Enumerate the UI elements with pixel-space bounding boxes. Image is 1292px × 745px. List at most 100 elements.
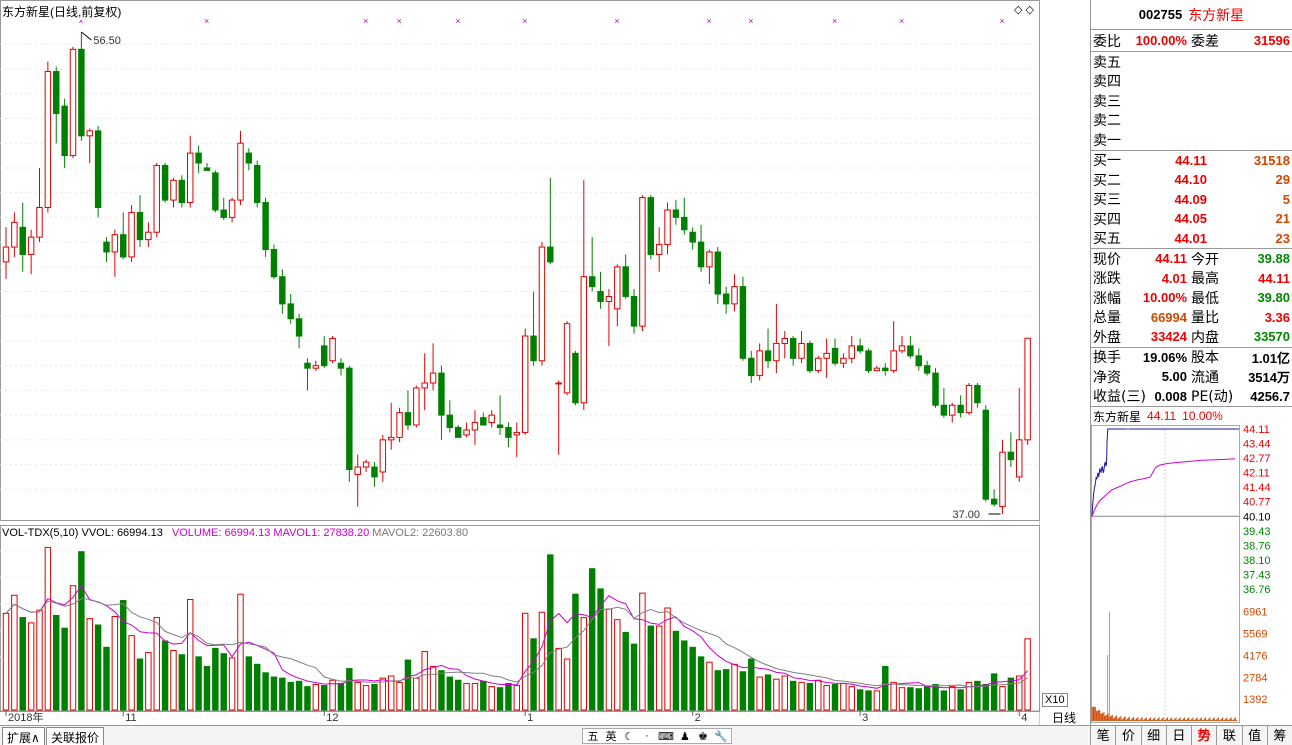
volume-bar [404,659,412,711]
candle-body [647,197,655,255]
mini-volume-tick: 6961 [1243,607,1267,619]
sell-level-2-label: 卖二 [1093,113,1121,130]
volume-bar [287,681,294,711]
panel-tab[interactable]: 值 [1241,726,1267,745]
candle-body [463,429,470,436]
volume-bar [982,684,989,711]
diamond-icon[interactable]: ◇ ◇ [1014,3,1034,16]
candle-body [270,249,278,278]
volume-bar [170,650,177,711]
volume-bar [86,618,93,711]
candle-body [245,152,253,164]
panel-tab[interactable]: 笔 [1090,726,1115,745]
event-marker: × [706,16,711,26]
ime-button-7[interactable]: 🔧 [714,730,728,743]
ime-button-4[interactable]: ⌨ [658,730,674,743]
volume-bar [379,677,387,711]
ime-button-5[interactable]: ♟ [678,730,692,743]
candle-body [1016,439,1023,478]
buy-level-label: 买四 [1093,211,1121,228]
volume-bar [304,686,311,711]
volume-bar [882,665,889,711]
buy-level-price: 44.11 [1175,152,1207,168]
buy-level-5: 买五 44.01 23 [1091,229,1292,249]
candle-body [831,347,839,364]
mini-price-tick: 44.11 [1243,425,1270,436]
volume-bar [681,640,688,711]
volume-bar [722,669,730,711]
mini-price-tick: 42.77 [1243,453,1271,465]
volume-bar [429,665,437,711]
expand-button[interactable]: 扩展∧ [2,727,45,745]
volume-bar [44,546,52,711]
candle-body [521,335,529,433]
stat-row-2-label2: 最高 [1191,271,1219,288]
panel-tab[interactable]: 日 [1165,726,1191,745]
price-panel-frame [0,0,1040,521]
panel-tab[interactable]: 筹 [1266,726,1292,745]
period-button[interactable]: 日线 [1052,709,1076,726]
panel-tab[interactable]: 细 [1140,726,1166,745]
mini-price-tick: 42.11 [1243,468,1270,480]
panel-tab[interactable]: 势 [1191,726,1216,745]
sell-level-5-label: 卖五 [1093,54,1121,71]
volume-bar [279,677,286,711]
stat-row-4: 总量 66994 量比 3.36 [1091,308,1292,328]
mini-price-tick: 40.77 [1243,497,1271,509]
ime-button-2[interactable]: ☾ [622,730,636,743]
mini-chart-header: 东方新星 44.11 10.00% [1091,407,1292,425]
fund-row-2-label: 净资 [1093,369,1121,386]
volume-bar [915,688,922,711]
buy-level-price: 44.10 [1174,172,1207,188]
candle-body [789,338,797,359]
fund-row-1-label: 换手 [1093,350,1121,367]
panel-tab[interactable]: 联 [1216,726,1241,745]
candle-body [488,414,495,424]
volume-bar [103,646,110,711]
volume-bar [639,592,646,711]
weibi-label: 委比 [1093,33,1121,50]
sell-orders: 卖五 卖四 卖三 卖二 卖一 [1091,52,1292,151]
ime-button-1[interactable]: 英 [604,728,618,744]
candle-body [438,372,445,416]
candle-body [739,286,747,359]
candle-body [337,362,345,369]
candle-body [136,211,144,241]
candle-body [203,167,211,171]
candle-body [974,384,981,404]
candle-body [530,335,537,362]
volume-bar [354,681,361,711]
high-price-label: 56.50 [93,35,121,47]
volume-bar [53,614,60,711]
candle-body [404,412,412,426]
panel-tab[interactable]: 价 [1115,726,1140,745]
date-label: 3 [862,712,868,724]
event-marker: × [455,16,460,26]
candle-body [597,291,604,302]
fundamental-stats: 换手 19.06% 股本 1.01亿 净资 5.00 流通 3514万 收益(三) 0.008 PE… [1091,348,1292,407]
date-label: 1 [527,712,533,724]
volume-bar [714,670,722,711]
volume-bar [856,689,864,711]
ime-toolbar[interactable]: 五英 ☾ · ⌨ ♟ ♚ 🔧 [582,728,732,744]
ime-button-0[interactable]: 五 [586,728,600,744]
ime-button-3[interactable]: · [640,730,654,742]
stat-row-2: 涨跌 4.01 最高 44.11 [1091,269,1292,289]
stat-row-5-label: 外盘 [1093,329,1121,346]
volume-bar [19,617,26,711]
volume-bar [563,658,571,711]
buy-level-label: 买五 [1093,231,1121,248]
candle-body [639,197,646,327]
related-quote-button[interactable]: 关联报价 [46,727,105,745]
kline-chart[interactable]: 56.0055.0054.0053.0052.0051.0050.0049.00… [0,0,1040,745]
candle-body [890,350,897,372]
candle-body [429,372,437,384]
candle-body [823,352,830,359]
sell-level-3: 卖三 [1091,91,1292,111]
intraday-chart[interactable]: 44.11 43.44 42.77 42.11 41.44 40.77 40.10 39.43… [1091,424,1292,723]
candle-body [111,234,119,253]
ime-button-6[interactable]: ♚ [696,730,710,743]
stat-row-3-value: 10.00% [1142,290,1187,306]
candle-body [287,303,294,320]
fund-row-2-value: 5.00 [1161,369,1187,385]
